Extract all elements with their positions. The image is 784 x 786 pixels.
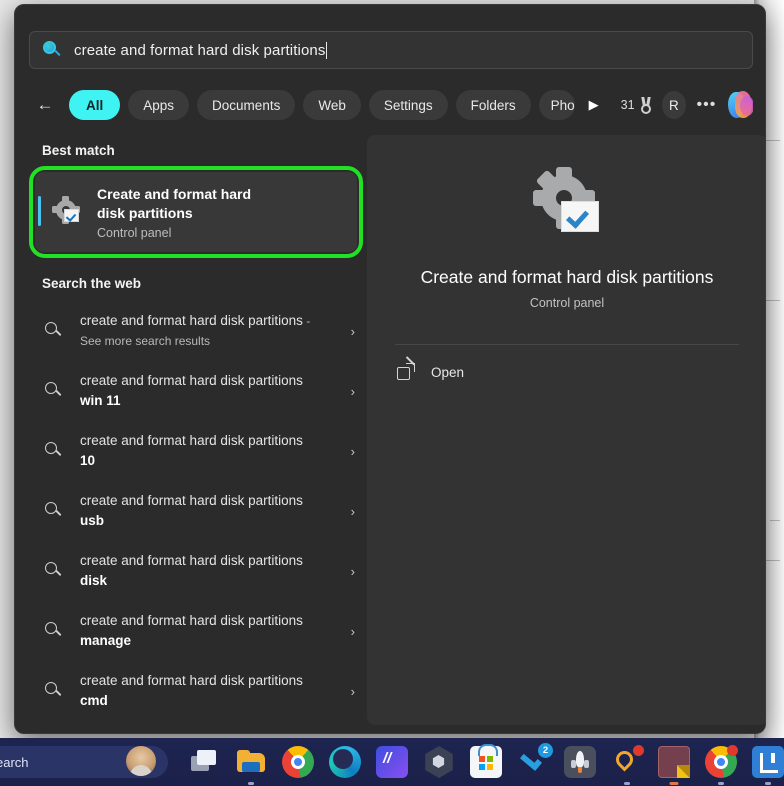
more-options-icon[interactable]: ••• [694, 91, 719, 119]
scroll-right-icon[interactable]: ▶ [583, 97, 605, 113]
preview-title: Create and format hard disk partitions [420, 267, 714, 287]
taskbar-blue-app-icon[interactable] [376, 746, 408, 778]
search-icon [45, 442, 63, 460]
text-caret [326, 41, 328, 59]
tab-folders[interactable]: Folders [455, 90, 531, 120]
web-suggestion-label: create and format hard disk partitions u… [80, 493, 303, 528]
best-match-result[interactable]: Create and format hard disk partitions C… [29, 166, 363, 258]
taskbar-lt-app-icon[interactable] [752, 746, 784, 785]
chevron-right-icon: › [350, 503, 355, 519]
web-suggestion-label: create and format hard disk partitions w… [80, 373, 303, 408]
web-suggestion-item[interactable]: create and format hard disk partitions -… [29, 301, 363, 361]
tab-settings[interactable]: Settings [368, 90, 448, 120]
notification-badge: 2 [538, 743, 553, 758]
preview-pane: Create and format hard disk partitions C… [367, 135, 765, 725]
best-match-subtitle: Control panel [97, 225, 172, 240]
preview-divider [395, 344, 739, 345]
taskbar-task-view-icon[interactable] [188, 746, 220, 778]
rewards-points[interactable]: 31 [620, 96, 654, 114]
taskbar-rocket-app-icon[interactable] [564, 746, 596, 778]
filter-tab-bar: ← All Apps Documents Web Settings Folder… [29, 83, 753, 127]
taskbar-file-explorer-icon[interactable] [235, 746, 267, 785]
taskbar-chrome-icon[interactable] [282, 746, 314, 778]
search-icon [45, 622, 63, 640]
web-suggestion-label: create and format hard disk partitions m… [80, 613, 303, 648]
search-input[interactable]: create and format hard disk partitions [29, 31, 753, 69]
screen: create and format hard disk partitions ←… [0, 0, 784, 786]
tab-all[interactable]: All [69, 90, 121, 120]
notification-dot [727, 745, 738, 756]
search-flyout: create and format hard disk partitions ←… [14, 4, 766, 734]
web-suggestion-item[interactable]: create and format hard disk partitions d… [29, 541, 363, 601]
control-panel-gear-large-icon [531, 167, 603, 241]
web-suggestion-label: create and format hard disk partitions c… [80, 673, 303, 708]
external-link-icon [397, 363, 415, 381]
web-suggestion-item[interactable]: create and format hard disk partitions w… [29, 361, 363, 421]
search-the-web-heading: Search the web [42, 276, 142, 291]
chevron-right-icon: › [350, 683, 355, 699]
taskbar-search-label: earch [0, 754, 29, 770]
selection-accent-bar [38, 196, 41, 226]
search-icon [45, 382, 63, 400]
web-suggestion-item[interactable]: create and format hard disk partitions c… [29, 661, 363, 721]
tab-apps[interactable]: Apps [128, 90, 190, 120]
taskbar-app-icons: 244 [188, 738, 784, 786]
preview-subtitle: Control panel [529, 296, 605, 310]
best-match-heading: Best match [42, 143, 115, 158]
web-suggestion-item[interactable]: create and format hard disk partitions m… [29, 601, 363, 661]
tab-photos[interactable]: Pho [538, 90, 575, 120]
running-indicator [718, 782, 724, 785]
chevron-right-icon: › [350, 383, 355, 399]
web-suggestion-item[interactable]: create and format hard disk partitions u… [29, 481, 363, 541]
search-query-text: create and format hard disk partitions [74, 41, 326, 59]
chevron-right-icon: › [350, 623, 355, 639]
web-suggestion-label: create and format hard disk partitions 1… [80, 433, 303, 468]
running-indicator [765, 782, 771, 785]
control-panel-gear-icon [52, 196, 83, 227]
chevron-right-icon: › [350, 563, 355, 579]
copilot-icon[interactable] [727, 90, 753, 120]
running-indicator [624, 782, 630, 785]
search-icon [45, 682, 63, 700]
chevron-right-icon: › [350, 323, 355, 339]
tab-web[interactable]: Web [303, 90, 361, 120]
best-match-title: Create and format hard disk partitions [97, 185, 252, 221]
search-icon [45, 322, 63, 340]
back-arrow-icon[interactable]: ← [29, 89, 61, 121]
search-icon [45, 562, 63, 580]
taskbar-sticky-notes-icon[interactable] [658, 746, 690, 785]
open-action[interactable]: Open [397, 363, 765, 381]
taskbar-todo-check-icon[interactable]: 2 [517, 743, 553, 778]
taskbar: earch 244 [0, 738, 784, 786]
tab-documents[interactable]: Documents [197, 90, 296, 120]
results-list: Best match Create and format hard disk p… [15, 135, 367, 733]
web-suggestion-label: create and format hard disk partitions d… [80, 553, 303, 588]
taskbar-avatar-icon[interactable] [126, 746, 156, 776]
search-icon [45, 502, 63, 520]
points-value: 31 [620, 98, 635, 112]
web-suggestion-label: create and format hard disk partitions -… [80, 313, 311, 348]
open-label: Open [431, 364, 465, 380]
taskbar-locate-app-icon[interactable] [611, 745, 644, 785]
taskbar-hex-app-icon[interactable] [425, 746, 453, 778]
search-icon [42, 40, 62, 60]
web-suggestion-item[interactable]: create and format hard disk partitions 1… [29, 421, 363, 481]
running-indicator [669, 782, 679, 785]
web-suggestion-list: create and format hard disk partitions -… [29, 301, 367, 721]
avatar[interactable]: R [661, 91, 687, 119]
taskbar-chrome-secondary-icon[interactable] [705, 745, 738, 785]
medal-icon [639, 96, 654, 114]
taskbar-microsoft-store-icon[interactable] [470, 744, 502, 778]
running-indicator [248, 782, 254, 785]
results-body: Best match Create and format hard disk p… [15, 135, 765, 733]
chevron-right-icon: › [350, 443, 355, 459]
notification-dot [633, 745, 644, 756]
taskbar-edge-icon[interactable] [329, 746, 361, 778]
